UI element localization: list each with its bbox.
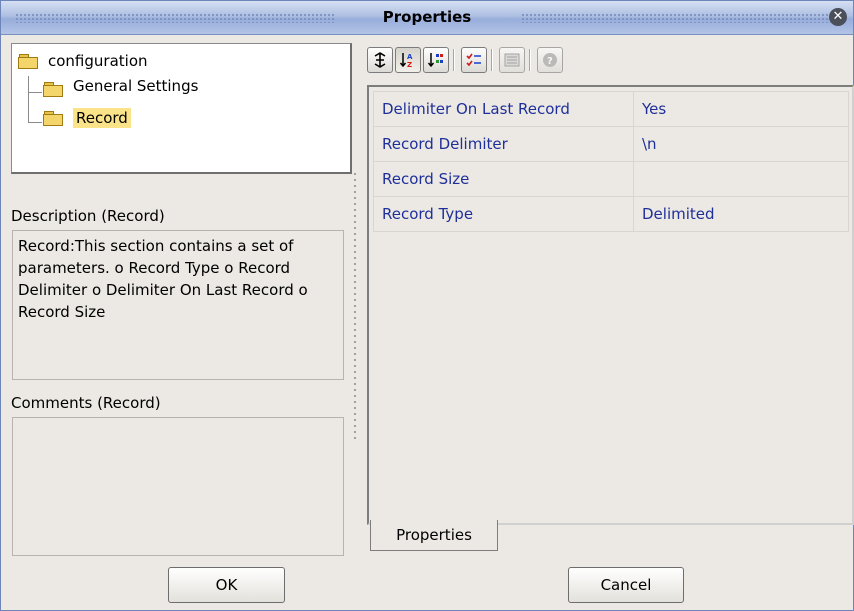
sort-category-icon[interactable] [423, 47, 449, 73]
checklist-icon[interactable] [461, 47, 487, 73]
comments-label: Comments (Record) [11, 394, 161, 412]
table-row[interactable]: Delimiter On Last Record Yes [373, 91, 849, 127]
svg-text:Z: Z [407, 61, 412, 69]
properties-dialog: Properties ✕ configuration General Setti… [0, 0, 854, 611]
folder-icon [43, 111, 63, 126]
folder-icon [43, 82, 63, 97]
property-sheet: Delimiter On Last Record Yes Record Deli… [367, 85, 854, 525]
close-icon[interactable]: ✕ [829, 8, 847, 26]
property-name: Delimiter On Last Record [373, 92, 634, 126]
property-value[interactable]: Delimited [634, 197, 849, 231]
description-text: Record:This section contains a set of pa… [12, 230, 344, 380]
tree-connector [28, 122, 42, 123]
table-row[interactable]: Record Type Delimited [373, 197, 849, 232]
list-view-icon[interactable] [499, 47, 525, 73]
svg-text:A: A [407, 53, 413, 61]
configuration-tree: configuration General Settings Record [11, 43, 352, 174]
title-bar[interactable]: Properties ✕ [1, 1, 853, 35]
description-label: Description (Record) [11, 207, 165, 225]
expand-icon[interactable] [367, 47, 393, 73]
window-title: Properties [382, 8, 472, 26]
property-name: Record Type [373, 197, 634, 231]
tree-node-label: General Settings [73, 77, 199, 95]
property-table: Delimiter On Last Record Yes Record Deli… [373, 91, 849, 232]
tree-connector [28, 92, 42, 93]
toolbar-separator [529, 49, 531, 71]
tree-node-general-settings[interactable]: General Settings [43, 77, 198, 97]
table-row[interactable]: Record Size [373, 162, 849, 197]
toolbar-separator [491, 49, 493, 71]
property-value[interactable] [634, 162, 849, 196]
tree-node-label: configuration [48, 52, 148, 70]
property-value[interactable]: \n [634, 127, 849, 161]
table-row[interactable]: Record Delimiter \n [373, 127, 849, 162]
ok-button[interactable]: OK [168, 567, 285, 603]
tree-node-configuration[interactable]: configuration [18, 52, 148, 70]
pane-splitter[interactable] [352, 171, 358, 441]
tree-node-record[interactable]: Record [43, 108, 131, 128]
cancel-button[interactable]: Cancel [568, 567, 684, 603]
property-name: Record Size [373, 162, 634, 196]
tab-properties[interactable]: Properties [370, 520, 498, 551]
property-value[interactable]: Yes [634, 92, 849, 126]
tree-connector [28, 76, 29, 122]
sort-alphabetic-icon[interactable]: AZ [395, 47, 421, 73]
toolbar-separator [453, 49, 455, 71]
folder-icon [18, 54, 38, 69]
property-name: Record Delimiter [373, 127, 634, 161]
svg-text:?: ? [547, 56, 553, 67]
comments-textarea[interactable] [12, 417, 344, 556]
tree-node-label-selected: Record [73, 108, 131, 128]
help-icon[interactable]: ? [537, 47, 563, 73]
